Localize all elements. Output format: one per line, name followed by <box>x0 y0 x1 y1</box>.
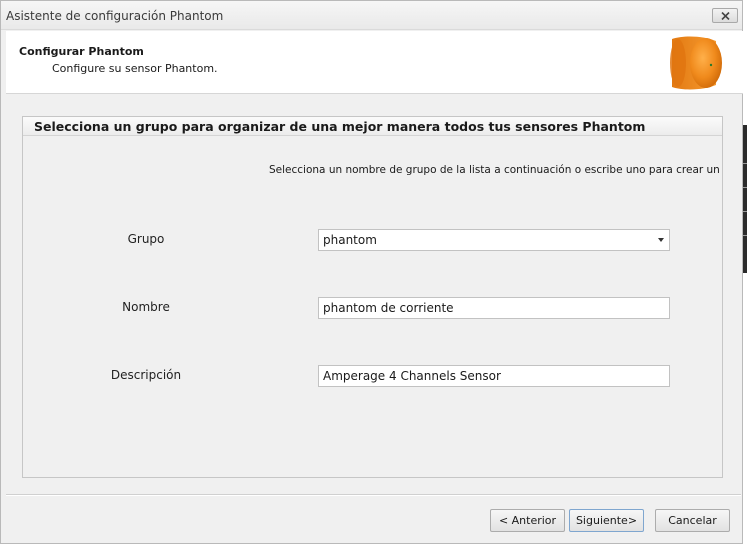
chevron-down-icon[interactable] <box>658 238 664 242</box>
wizard-header: Configurar Phantom Configure su sensor P… <box>6 31 743 94</box>
title-bar: Asistente de configuración Phantom <box>1 1 742 30</box>
description-input-value: Amperage 4 Channels Sensor <box>323 369 501 383</box>
group-selection-panel: Selecciona un grupo para organizar de un… <box>22 116 723 478</box>
window-title: Asistente de configuración Phantom <box>6 9 224 23</box>
group-dropdown[interactable]: phantom <box>318 229 670 251</box>
name-input-value: phantom de corriente <box>323 301 454 315</box>
description-label: Descripción <box>110 368 182 382</box>
close-button[interactable] <box>712 8 738 23</box>
panel-header: Selecciona un grupo para organizar de un… <box>23 117 722 136</box>
group-dropdown-value: phantom <box>323 233 377 247</box>
setup-wizard-window: Asistente de configuración Phantom Confi… <box>0 0 743 544</box>
name-input[interactable]: phantom de corriente <box>318 297 670 319</box>
next-button[interactable]: Siguiente> <box>569 509 644 532</box>
background-window-edge <box>743 125 747 273</box>
cancel-button[interactable]: Cancelar <box>655 509 730 532</box>
close-icon <box>720 11 730 20</box>
header-title: Configurar Phantom <box>19 45 144 58</box>
group-label: Grupo <box>127 232 165 246</box>
header-subtitle: Configure su sensor Phantom. <box>52 62 218 75</box>
phantom-sensor-logo <box>670 36 722 90</box>
panel-hint: Selecciona un nombre de grupo de la list… <box>269 164 722 176</box>
name-label: Nombre <box>122 300 170 314</box>
back-button[interactable]: < Anterior <box>490 509 565 532</box>
description-input[interactable]: Amperage 4 Channels Sensor <box>318 365 670 387</box>
footer-separator <box>6 494 741 496</box>
panel-title: Selecciona un grupo para organizar de un… <box>34 119 646 134</box>
